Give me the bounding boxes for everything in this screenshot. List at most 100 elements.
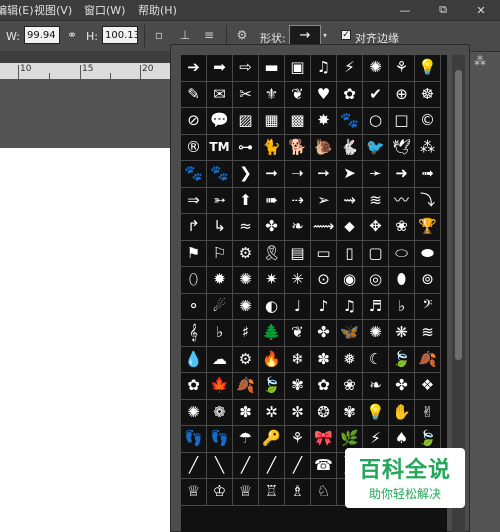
- shape-picker-button[interactable]: →: [289, 25, 321, 46]
- shape-swatch[interactable]: ⇨: [233, 55, 259, 82]
- shape-swatch[interactable]: ✋: [389, 399, 415, 426]
- shape-swatch[interactable]: ≋: [363, 187, 389, 214]
- shape-swatch[interactable]: ♪: [311, 293, 337, 320]
- document-canvas[interactable]: [0, 148, 170, 532]
- shape-swatch[interactable]: ⬬: [415, 240, 441, 267]
- shape-swatch[interactable]: ⤵: [415, 187, 441, 214]
- shape-swatch[interactable]: ♫: [311, 55, 337, 82]
- panel-gear-icon[interactable]: ⁂: [474, 54, 486, 68]
- shape-swatch[interactable]: ╱: [285, 452, 311, 479]
- shape-swatch[interactable]: ➞: [259, 161, 285, 188]
- shape-swatch[interactable]: 🐇: [337, 134, 363, 161]
- shape-swatch[interactable]: ⇒: [181, 187, 207, 214]
- shape-swatch[interactable]: ⚘: [285, 426, 311, 453]
- shape-swatch[interactable]: ✉: [207, 81, 233, 108]
- shape-swatch[interactable]: ➛: [363, 161, 389, 188]
- shape-swatch[interactable]: ♫: [337, 293, 363, 320]
- shape-swatch[interactable]: ©: [415, 108, 441, 135]
- shape-swatch[interactable]: ⚬: [181, 293, 207, 320]
- shape-swatch[interactable]: ♗: [285, 479, 311, 506]
- shape-swatch[interactable]: 🐾: [207, 161, 233, 188]
- shape-swatch[interactable]: ▬: [259, 55, 285, 82]
- shape-swatch[interactable]: ❂: [311, 399, 337, 426]
- shape-swatch[interactable]: ♘: [311, 479, 337, 506]
- shape-swatch[interactable]: ❋: [389, 320, 415, 347]
- shape-swatch[interactable]: ☸: [415, 81, 441, 108]
- chevron-down-icon[interactable]: ▾: [320, 26, 330, 44]
- shape-swatch[interactable]: ✔: [363, 81, 389, 108]
- shape-swatch[interactable]: ⚙: [233, 346, 259, 373]
- shape-swatch[interactable]: ✺: [181, 399, 207, 426]
- shape-swatch[interactable]: 🎀: [311, 426, 337, 453]
- shape-swatch[interactable]: ⚘: [389, 55, 415, 82]
- shape-swatch[interactable]: ☁: [207, 346, 233, 373]
- shape-swatch[interactable]: ❀: [389, 214, 415, 241]
- shape-swatch[interactable]: 🎗: [259, 240, 285, 267]
- shape-swatch[interactable]: ✷: [259, 267, 285, 294]
- shape-swatch[interactable]: ▭: [311, 240, 337, 267]
- path-operations-icon[interactable]: ▫: [150, 26, 168, 44]
- shape-swatch[interactable]: ▯: [337, 240, 363, 267]
- shape-swatch[interactable]: ♯: [233, 320, 259, 347]
- shape-swatch[interactable]: 🐈: [259, 134, 285, 161]
- shape-swatch[interactable]: ⚡: [337, 55, 363, 82]
- shape-swatch[interactable]: ➠: [259, 187, 285, 214]
- shape-swatch[interactable]: ♩: [285, 293, 311, 320]
- shape-swatch[interactable]: 〰: [389, 187, 415, 214]
- shape-swatch[interactable]: ❀: [337, 373, 363, 400]
- shape-swatch[interactable]: ❖: [415, 373, 441, 400]
- shape-swatch[interactable]: ◎: [363, 267, 389, 294]
- menu-help[interactable]: 帮助(H): [138, 2, 177, 18]
- shape-swatch[interactable]: 💡: [415, 55, 441, 82]
- shape-swatch[interactable]: ⬭: [389, 240, 415, 267]
- shape-swatch[interactable]: ╲: [207, 452, 233, 479]
- shape-swatch[interactable]: ✎: [181, 81, 207, 108]
- shape-swatch[interactable]: 🐌: [311, 134, 337, 161]
- shape-swatch[interactable]: ❧: [363, 373, 389, 400]
- shape-swatch[interactable]: ➔: [181, 55, 207, 82]
- shape-swatch[interactable]: 💬: [207, 108, 233, 135]
- shape-swatch[interactable]: ✿: [337, 81, 363, 108]
- shape-swatch[interactable]: ☂: [233, 426, 259, 453]
- shape-swatch[interactable]: 𝄢: [415, 293, 441, 320]
- shape-swatch[interactable]: ▤: [285, 240, 311, 267]
- shape-swatch[interactable]: ✺: [363, 55, 389, 82]
- shape-swatch[interactable]: 🐦: [363, 134, 389, 161]
- link-icon[interactable]: ⚭: [63, 26, 81, 44]
- shape-swatch[interactable]: 🐾: [181, 161, 207, 188]
- shape-swatch[interactable]: ➡: [207, 55, 233, 82]
- shape-swatch[interactable]: 👣: [181, 426, 207, 453]
- path-alignment-icon[interactable]: ⊥: [176, 26, 194, 44]
- shape-swatch[interactable]: ❧: [285, 214, 311, 241]
- shape-swatch[interactable]: ❄: [285, 346, 311, 373]
- shape-swatch[interactable]: ○: [363, 108, 389, 135]
- shape-swatch[interactable]: ⊶: [233, 134, 259, 161]
- shape-swatch[interactable]: ⚐: [207, 240, 233, 267]
- shape-swatch[interactable]: □: [389, 108, 415, 135]
- shape-swatch[interactable]: ✺: [233, 267, 259, 294]
- shape-swatch[interactable]: ✥: [363, 214, 389, 241]
- close-button[interactable]: ✕: [462, 0, 500, 20]
- shape-swatch[interactable]: ╱: [233, 452, 259, 479]
- shape-swatch[interactable]: ✼: [285, 399, 311, 426]
- shape-swatch[interactable]: ⬆: [233, 187, 259, 214]
- shape-swatch[interactable]: ↳: [207, 214, 233, 241]
- shape-swatch[interactable]: ✸: [311, 108, 337, 135]
- shape-swatch[interactable]: ⟿: [311, 214, 337, 241]
- shape-swatch[interactable]: ➤: [337, 161, 363, 188]
- shape-swatch[interactable]: 🔥: [259, 346, 285, 373]
- shape-swatch[interactable]: ✂: [233, 81, 259, 108]
- shape-swatch[interactable]: ⊙: [311, 267, 337, 294]
- shape-swatch[interactable]: 🍃: [389, 346, 415, 373]
- shape-swatch[interactable]: ♥: [311, 81, 337, 108]
- align-edges-checkbox[interactable]: ✓: [341, 30, 351, 40]
- shape-swatch[interactable]: ✌: [415, 399, 441, 426]
- shape-swatch[interactable]: ✤: [389, 373, 415, 400]
- shape-swatch[interactable]: ✤: [311, 320, 337, 347]
- shape-swatch[interactable]: 🌲: [259, 320, 285, 347]
- shape-swatch[interactable]: ✺: [233, 293, 259, 320]
- shape-swatch[interactable]: ◐: [259, 293, 285, 320]
- path-arrangement-icon[interactable]: ≡: [200, 26, 218, 44]
- shape-swatch[interactable]: 👣: [207, 426, 233, 453]
- shape-swatch[interactable]: ♔: [207, 479, 233, 506]
